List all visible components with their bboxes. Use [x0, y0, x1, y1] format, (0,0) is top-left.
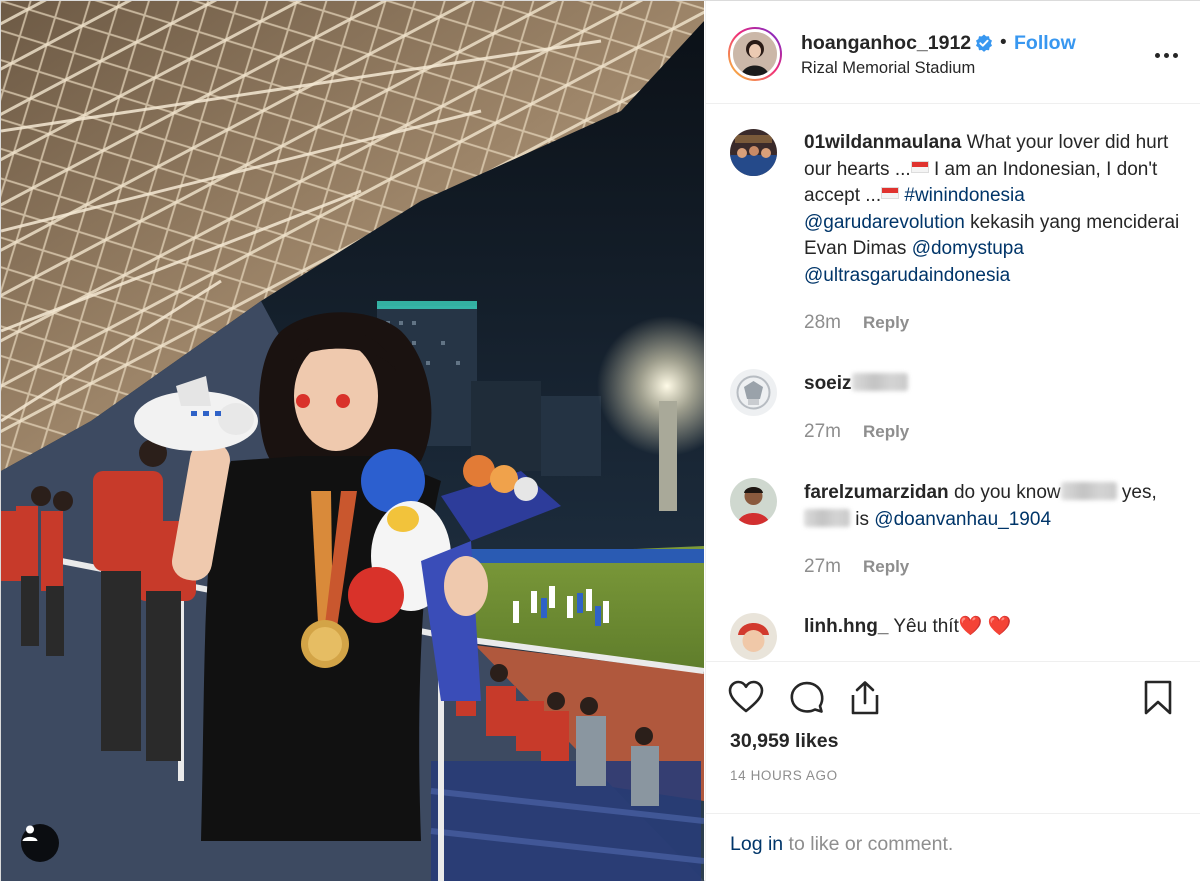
comment-text: 01wildanmaulana What your lover did hurt…: [804, 130, 1184, 289]
comment-text: linh.hng_ Yêu thít❤️ ❤️: [804, 614, 1184, 641]
comment-time[interactable]: 28m: [804, 312, 841, 333]
follow-button[interactable]: Follow: [1014, 32, 1076, 55]
more-options-icon[interactable]: [1148, 45, 1184, 65]
header-separator: •: [1000, 32, 1007, 53]
verified-badge-icon: [976, 34, 992, 52]
hashtag-link[interactable]: #winindonesia: [904, 185, 1024, 206]
heart-emoji: ❤️ ❤️: [958, 616, 1012, 637]
comment-username[interactable]: 01wildanmaulana: [804, 132, 961, 153]
comment-text-part: Yêu thít: [893, 616, 959, 637]
commenter-avatar-image: [730, 478, 777, 525]
user-tag-icon: [22, 825, 38, 841]
post-side-panel: hoanganhoc_1912 • Follow Rizal Memorial …: [705, 1, 1200, 881]
post-location[interactable]: Rizal Memorial Stadium: [801, 59, 975, 78]
mention-link[interactable]: @ultrasgarudaindonesia: [804, 265, 1010, 286]
login-prompt: Log in to like or comment.: [706, 813, 1200, 881]
comments-list[interactable]: 01wildanmaulana What your lover did hurt…: [706, 105, 1200, 660]
comment-meta: 28m Reply: [804, 312, 909, 334]
blurred-text: [1060, 482, 1117, 500]
login-rest-text: to like or comment.: [783, 833, 954, 855]
comment-icon[interactable]: [789, 680, 825, 714]
comment-text-part: yes,: [1116, 482, 1157, 503]
reply-button[interactable]: Reply: [863, 422, 909, 441]
reply-button[interactable]: Reply: [863, 557, 909, 576]
post-timestamp[interactable]: 14 HOURS AGO: [730, 768, 838, 783]
commenter-avatar[interactable]: [730, 369, 777, 416]
mention-link[interactable]: @doanvanhau_1904: [874, 509, 1051, 530]
stadium-photo: [1, 1, 704, 881]
comment-meta: 27m Reply: [804, 556, 909, 578]
mention-link[interactable]: @domystupa: [912, 238, 1024, 259]
share-icon[interactable]: [847, 680, 883, 716]
likes-count[interactable]: 30,959 likes: [730, 730, 838, 753]
indonesia-flag-icon: [910, 160, 929, 173]
user-tag-button[interactable]: [21, 824, 59, 862]
commenter-avatar-image: [730, 613, 777, 660]
comment-text: soeiz: [804, 371, 1184, 398]
post-header: hoanganhoc_1912 • Follow Rizal Memorial …: [706, 1, 1200, 104]
bookmark-icon[interactable]: [1143, 680, 1173, 716]
login-link[interactable]: Log in: [730, 833, 783, 855]
heart-icon[interactable]: [728, 680, 764, 714]
author-avatar-image: [733, 32, 777, 76]
commenter-avatar-image: [730, 129, 777, 176]
login-text: Log in to like or comment.: [730, 833, 953, 856]
commenter-avatar[interactable]: [730, 129, 777, 176]
comment-meta: 27m Reply: [804, 421, 909, 443]
comment-username[interactable]: soeiz: [804, 373, 852, 394]
comment-time[interactable]: 27m: [804, 556, 841, 577]
comment-username[interactable]: linh.hng_: [804, 616, 888, 637]
post-actions: 30,959 likes 14 HOURS AGO Log in to like…: [706, 661, 1200, 881]
instagram-post: hoanganhoc_1912 • Follow Rizal Memorial …: [0, 0, 1200, 881]
author-avatar[interactable]: [728, 27, 782, 81]
blurred-text: [804, 508, 850, 527]
indonesia-flag-icon: [881, 187, 900, 199]
comment-text: farelzumarzidan do you know yes, is @doa…: [804, 480, 1184, 533]
commenter-avatar[interactable]: [730, 613, 777, 660]
commenter-avatar[interactable]: [730, 478, 777, 525]
commenter-avatar-image: [730, 369, 777, 416]
comment-time[interactable]: 27m: [804, 421, 841, 442]
comment-text-part: is: [850, 508, 875, 530]
comment-username[interactable]: farelzumarzidan: [804, 482, 949, 503]
mention-link[interactable]: @garudarevolution: [804, 212, 965, 233]
blurred-text: [851, 373, 908, 391]
author-username[interactable]: hoanganhoc_1912: [801, 32, 971, 55]
comment-text-part: do you know: [953, 482, 1061, 503]
reply-button[interactable]: Reply: [863, 313, 909, 332]
post-photo[interactable]: [1, 1, 704, 881]
